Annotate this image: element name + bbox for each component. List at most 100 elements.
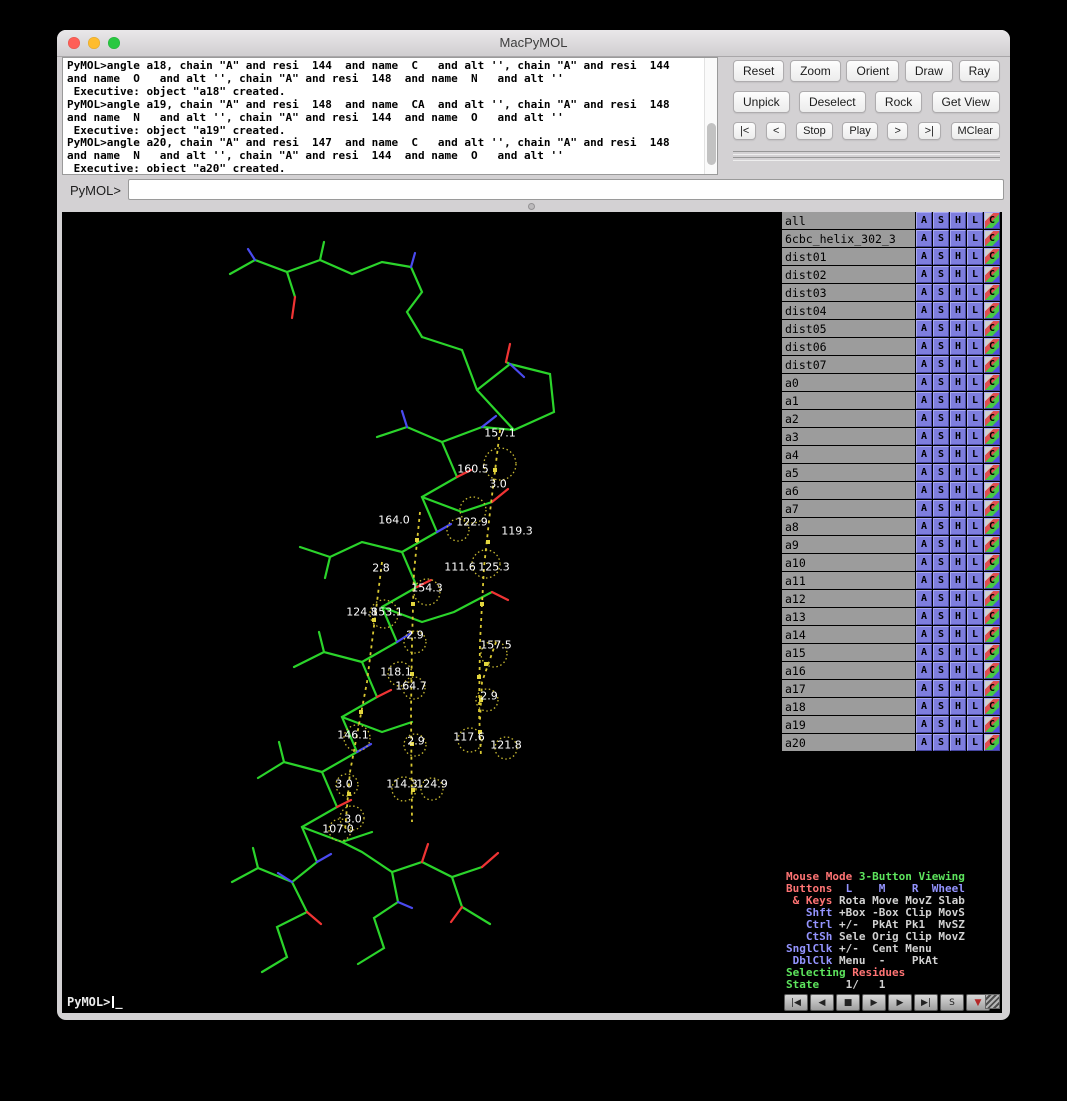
a-menu-button[interactable]: A [916, 626, 932, 643]
s-menu-button[interactable]: S [933, 590, 949, 607]
c-menu-button[interactable]: C [984, 248, 1000, 265]
s-menu-button[interactable]: S [933, 284, 949, 301]
c-menu-button[interactable]: C [984, 284, 1000, 301]
c-menu-button[interactable]: C [984, 482, 1000, 499]
object-name[interactable]: a9 [782, 536, 915, 553]
previous-frame-button[interactable]: ◀ [810, 994, 834, 1011]
l-menu-button[interactable]: L [967, 428, 983, 445]
get-view-button[interactable]: Get View [932, 91, 1000, 113]
c-menu-button[interactable]: C [984, 392, 1000, 409]
c-menu-button[interactable]: C [984, 644, 1000, 661]
mouse-help-panel[interactable]: Mouse Mode 3-Button ViewingButtons L M R… [786, 871, 965, 991]
object-name[interactable]: a18 [782, 698, 915, 715]
a-menu-button[interactable]: A [916, 320, 932, 337]
l-menu-button[interactable]: L [967, 356, 983, 373]
s-menu-button[interactable]: S [933, 572, 949, 589]
s-menu-button[interactable]: S [933, 554, 949, 571]
object-name[interactable]: dist01 [782, 248, 915, 265]
h-menu-button[interactable]: H [950, 644, 966, 661]
h-menu-button[interactable]: H [950, 428, 966, 445]
console-scrollbar[interactable] [704, 58, 717, 174]
a-menu-button[interactable]: A [916, 680, 932, 697]
s-menu-button[interactable]: S [933, 608, 949, 625]
c-menu-button[interactable]: C [984, 680, 1000, 697]
title-bar[interactable]: MacPyMOL [57, 30, 1010, 57]
l-menu-button[interactable]: L [967, 320, 983, 337]
c-menu-button[interactable]: C [984, 464, 1000, 481]
a-menu-button[interactable]: A [916, 554, 932, 571]
a-menu-button[interactable]: A [916, 572, 932, 589]
c-menu-button[interactable]: C [984, 320, 1000, 337]
mclear-button[interactable]: MClear [951, 122, 1000, 140]
s-menu-button[interactable]: S [933, 392, 949, 409]
c-menu-button[interactable]: C [984, 266, 1000, 283]
object-name[interactable]: dist06 [782, 338, 915, 355]
object-name[interactable]: a14 [782, 626, 915, 643]
h-menu-button[interactable]: H [950, 320, 966, 337]
object-name[interactable]: all [782, 212, 915, 229]
h-menu-button[interactable]: H [950, 734, 966, 751]
c-menu-button[interactable]: C [984, 212, 1000, 229]
c-menu-button[interactable]: C [984, 374, 1000, 391]
c-menu-button[interactable]: C [984, 590, 1000, 607]
object-name[interactable]: a10 [782, 554, 915, 571]
l-menu-button[interactable]: L [967, 644, 983, 661]
movie-next-button[interactable]: > [887, 122, 907, 140]
l-menu-button[interactable]: L [967, 392, 983, 409]
splitter-handle[interactable] [528, 203, 535, 210]
s-menu-button[interactable]: S [933, 212, 949, 229]
l-menu-button[interactable]: L [967, 374, 983, 391]
h-menu-button[interactable]: H [950, 500, 966, 517]
a-menu-button[interactable]: A [916, 500, 932, 517]
object-name[interactable]: a20 [782, 734, 915, 751]
h-menu-button[interactable]: H [950, 572, 966, 589]
s-menu-button[interactable]: S [933, 338, 949, 355]
l-menu-button[interactable]: L [967, 230, 983, 247]
h-menu-button[interactable]: H [950, 482, 966, 499]
object-name[interactable]: a1 [782, 392, 915, 409]
h-menu-button[interactable]: H [950, 608, 966, 625]
s-menu-button[interactable]: S [933, 428, 949, 445]
h-menu-button[interactable]: H [950, 464, 966, 481]
c-menu-button[interactable]: C [984, 626, 1000, 643]
object-name[interactable]: a4 [782, 446, 915, 463]
a-menu-button[interactable]: A [916, 644, 932, 661]
l-menu-button[interactable]: L [967, 464, 983, 481]
s-menu-button[interactable]: S [933, 248, 949, 265]
a-menu-button[interactable]: A [916, 608, 932, 625]
a-menu-button[interactable]: A [916, 230, 932, 247]
object-name[interactable]: a19 [782, 716, 915, 733]
l-menu-button[interactable]: L [967, 536, 983, 553]
c-menu-button[interactable]: C [984, 554, 1000, 571]
c-menu-button[interactable]: C [984, 536, 1000, 553]
minimize-window-button[interactable] [88, 37, 100, 49]
a-menu-button[interactable]: A [916, 464, 932, 481]
l-menu-button[interactable]: L [967, 302, 983, 319]
object-name[interactable]: a11 [782, 572, 915, 589]
object-name[interactable]: dist07 [782, 356, 915, 373]
s-menu-button[interactable]: S [933, 410, 949, 427]
h-menu-button[interactable]: H [950, 554, 966, 571]
orient-button[interactable]: Orient [846, 60, 899, 82]
l-menu-button[interactable]: L [967, 482, 983, 499]
h-menu-button[interactable]: H [950, 356, 966, 373]
s-menu-button[interactable]: S [933, 266, 949, 283]
h-menu-button[interactable]: H [950, 590, 966, 607]
object-name[interactable]: a7 [782, 500, 915, 517]
a-menu-button[interactable]: A [916, 266, 932, 283]
viewport-command-line[interactable]: PyMOL> _ [67, 995, 123, 1009]
l-menu-button[interactable]: L [967, 734, 983, 751]
console-log[interactable]: PyMOL>angle a18, chain "A" and resi 144 … [62, 57, 718, 175]
l-menu-button[interactable]: L [967, 446, 983, 463]
s-menu-button[interactable]: S [933, 482, 949, 499]
l-menu-button[interactable]: L [967, 500, 983, 517]
close-window-button[interactable] [68, 37, 80, 49]
l-menu-button[interactable]: L [967, 338, 983, 355]
a-menu-button[interactable]: A [916, 338, 932, 355]
a-menu-button[interactable]: A [916, 590, 932, 607]
object-name[interactable]: a8 [782, 518, 915, 535]
h-menu-button[interactable]: H [950, 662, 966, 679]
movie-first-button[interactable]: |< [733, 122, 756, 140]
object-name[interactable]: a6 [782, 482, 915, 499]
l-menu-button[interactable]: L [967, 608, 983, 625]
